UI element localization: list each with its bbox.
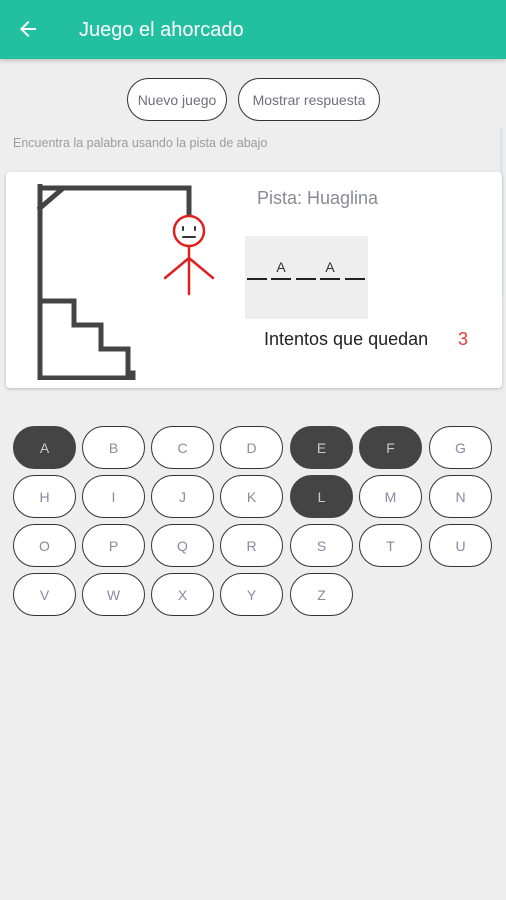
game-card: Pista: Huaglina A A Intentos que quedan …: [6, 172, 502, 388]
hangman-drawing: [37, 184, 215, 380]
letter-slot: [296, 256, 316, 280]
key-a[interactable]: A: [13, 426, 76, 469]
attempts-count: 3: [458, 329, 469, 349]
key-r[interactable]: R: [220, 524, 283, 567]
show-answer-button[interactable]: Mostrar respuesta: [238, 78, 380, 121]
key-z[interactable]: Z: [290, 573, 353, 616]
key-q[interactable]: Q: [151, 524, 214, 567]
key-k[interactable]: K: [220, 475, 283, 518]
key-b[interactable]: B: [82, 426, 145, 469]
key-n[interactable]: N: [429, 475, 492, 518]
letter-slot: [345, 256, 365, 280]
app-title: Juego el ahorcado: [79, 19, 244, 41]
key-p[interactable]: P: [82, 524, 145, 567]
key-y[interactable]: Y: [220, 573, 283, 616]
key-c[interactable]: C: [151, 426, 214, 469]
key-l[interactable]: L: [290, 475, 353, 518]
key-u[interactable]: U: [429, 524, 492, 567]
key-j[interactable]: J: [151, 475, 214, 518]
key-i[interactable]: I: [82, 475, 145, 518]
key-w[interactable]: W: [82, 573, 145, 616]
arrow-left-icon: [20, 21, 36, 37]
key-v[interactable]: V: [13, 573, 76, 616]
letter-slot: A: [320, 256, 340, 280]
word-display: A A: [245, 236, 368, 319]
key-g[interactable]: G: [429, 426, 492, 469]
key-e[interactable]: E: [290, 426, 353, 469]
instructions-text: Encuentra la palabra usando la pista de …: [13, 136, 268, 150]
key-m[interactable]: M: [359, 475, 422, 518]
hint-label: Pista: Huaglina: [257, 188, 379, 208]
attempts-label: Intentos que quedan: [264, 329, 429, 349]
key-d[interactable]: D: [220, 426, 283, 469]
letter-slot: A: [271, 256, 291, 280]
app-bar: Juego el ahorcado: [0, 0, 506, 59]
key-s[interactable]: S: [290, 524, 353, 567]
new-game-button[interactable]: Nuevo juego: [127, 78, 227, 121]
key-t[interactable]: T: [359, 524, 422, 567]
letter-slot: [247, 256, 267, 280]
key-h[interactable]: H: [13, 475, 76, 518]
key-o[interactable]: O: [13, 524, 76, 567]
key-x[interactable]: X: [151, 573, 214, 616]
key-f[interactable]: F: [359, 426, 422, 469]
back-button[interactable]: [9, 10, 47, 48]
